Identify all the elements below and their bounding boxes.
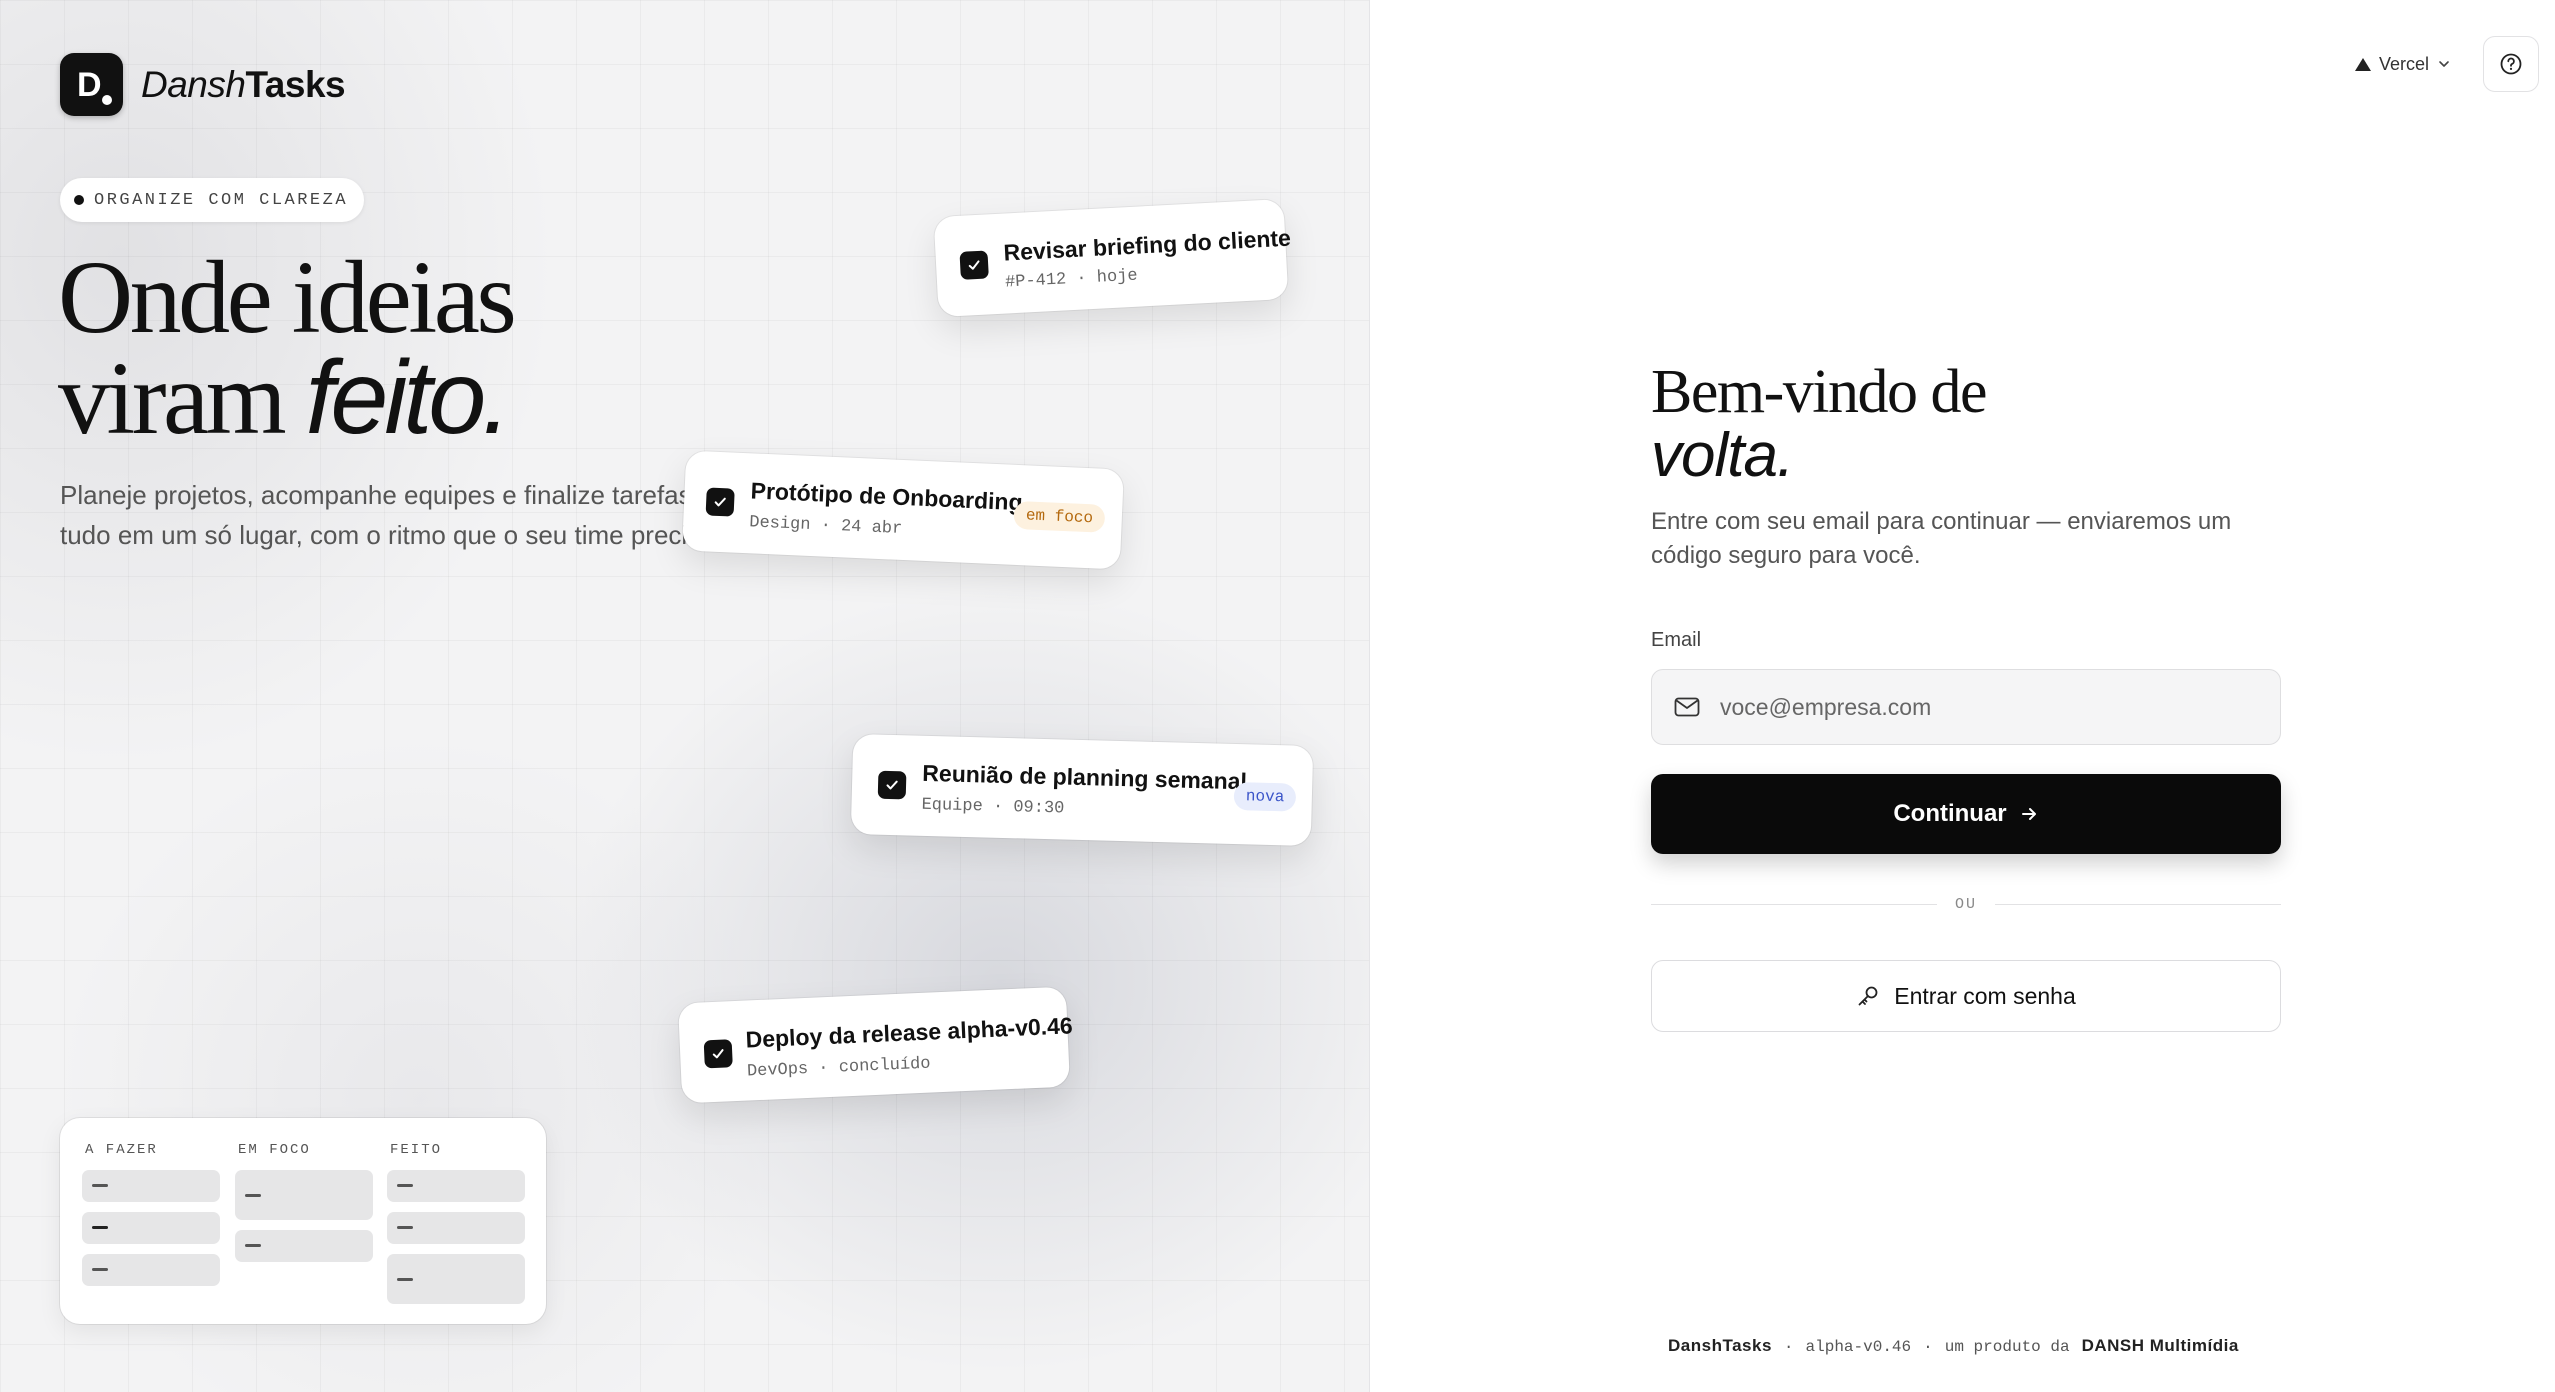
kanban-card-placeholder [82,1254,220,1286]
status-badge: nova [1233,781,1297,812]
top-bar: Vercel [2343,36,2555,92]
task-meta: DevOps · concluído [746,1054,931,1082]
kanban-card-placeholder [387,1212,525,1244]
task-meta: Design · 24 abr [748,513,903,539]
email-field[interactable] [1651,669,2281,745]
footer-product: DanshTasks [1668,1336,1772,1355]
checkbox-checked-icon [703,1039,733,1069]
kanban-card-placeholder [82,1170,220,1202]
help-button[interactable] [2483,36,2539,92]
triangle-logo-icon [2354,57,2371,71]
login-title-line-2: volta. [1651,421,1794,490]
footer-separator: · [1783,1338,1794,1356]
email-input[interactable] [1718,692,2262,722]
divider-line [1995,904,2282,905]
kanban-preview: A FAZER EM FOCO FEITO [60,1118,546,1324]
task-meta: Equipe · 09:30 [921,795,1065,819]
kanban-card-placeholder [387,1254,525,1304]
brand-name: DanshTasks [141,63,346,106]
footer-by: um produto da [1944,1338,2070,1356]
password-login-button[interactable]: Entrar com senha [1651,960,2281,1032]
hero-line-1: Onde ideias [58,240,517,355]
kanban-card-placeholder [82,1212,220,1244]
task-meta: #P-412 · hoje [1004,266,1139,293]
continue-button[interactable]: Continuar [1651,774,2281,854]
kanban-card-placeholder [235,1230,373,1262]
or-divider: OU [1651,896,2282,913]
team-switcher[interactable]: Vercel [2343,46,2463,83]
chevron-down-icon [2439,61,2449,67]
kanban-column: A FAZER [82,1142,220,1296]
task-card: Protótipo de Onboarding Design · 24 abr … [682,450,1124,570]
help-circle-icon [2500,53,2522,75]
footer: DanshTasks · alpha-v0.46 · um produto da… [1668,1336,2239,1356]
brand-name-italic: Dansh [141,63,246,105]
task-title: Protótipo de Onboarding [750,477,1024,516]
eyebrow-badge: ORGANIZE COM CLAREZA [60,178,365,222]
hero-headline: Onde ideias viram feito. [58,246,517,451]
kanban-column: FEITO [387,1142,525,1314]
eyebrow-text: ORGANIZE COM CLAREZA [94,190,349,210]
kanban-column-header: EM FOCO [238,1142,311,1158]
divider-line [1651,904,1937,905]
hero-line-2-italic: feito. [305,340,511,456]
checkbox-checked-icon [877,770,907,800]
brand[interactable]: D DanshTasks [60,53,346,116]
bullet-dot-icon [74,195,84,205]
login-title: Bem-vindo de volta. [1651,358,1988,490]
kanban-column-header: FEITO [390,1142,443,1158]
arrow-right-icon [2021,808,2036,820]
checkbox-checked-icon [959,250,989,280]
key-icon [1858,986,1878,1006]
logo-dot [102,95,112,105]
brand-name-bold: Tasks [245,63,346,105]
task-title: Reunião de planning semanal [922,759,1248,795]
task-card: Revisar briefing do cliente #P-412 · hoj… [933,198,1292,318]
footer-version: alpha-v0.46 [1805,1338,1912,1356]
kanban-column-header: A FAZER [85,1142,158,1158]
task-title: Deploy da release alpha-v0.46 [745,1012,1074,1053]
mail-icon [1674,697,1700,717]
checkbox-checked-icon [705,487,735,517]
kanban-column: EM FOCO [235,1142,373,1272]
hero-subtitle: Planeje projetos, acompanhe equipes e fi… [60,480,725,550]
task-card: Deploy da release alpha-v0.46 DevOps · c… [678,986,1074,1104]
or-label: OU [1955,896,1978,913]
status-badge: em foco [1013,500,1106,533]
login-title-line-1: Bem-vindo de [1651,358,1988,426]
footer-separator: · [1923,1338,1933,1356]
password-login-label: Entrar com senha [1894,982,2076,1009]
task-card: Reunião de planning semanal Equipe · 09:… [850,733,1314,847]
email-label: Email [1651,629,1702,651]
task-title: Revisar briefing do cliente [1002,224,1292,266]
logo-icon: D [60,53,123,116]
team-name: Vercel [2378,53,2429,74]
login-subtitle: Entre com seu email para continuar — env… [1651,508,2232,569]
hero-line-2: viram [58,341,306,456]
continue-label: Continuar [1893,800,2007,827]
kanban-card-placeholder [387,1170,525,1202]
hero-panel: D DanshTasks ORGANIZE COM CLAREZA Onde i… [0,0,1370,1392]
logo-glyph: D [77,66,102,104]
footer-company[interactable]: DANSH Multimídia [2082,1336,2239,1356]
kanban-card-placeholder [235,1170,373,1220]
